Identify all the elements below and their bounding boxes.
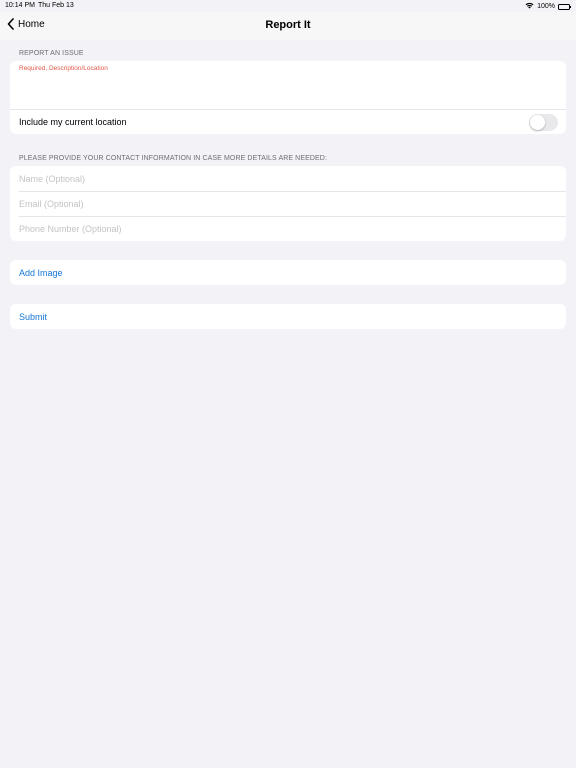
submit-card: Submit	[10, 304, 566, 329]
description-hint: Required, Description/Location	[19, 65, 108, 72]
status-bar: 10:14 PM Thu Feb 13 100%	[0, 0, 576, 12]
email-field[interactable]: Email (Optional)	[10, 191, 566, 216]
name-field[interactable]: Name (Optional)	[10, 166, 566, 191]
include-location-row: Include my current location	[10, 109, 566, 134]
battery-icon	[558, 3, 571, 10]
toggle-knob	[530, 115, 545, 130]
contact-section-header: PLEASE PROVIDE YOUR CONTACT INFORMATION …	[19, 155, 327, 162]
name-placeholder: Name (Optional)	[19, 173, 86, 184]
report-section-header: REPORT AN ISSUE	[19, 50, 84, 57]
battery-percent: 100%	[537, 3, 555, 10]
contact-card: Name (Optional) Email (Optional) Phone N…	[10, 166, 566, 241]
report-card: Required, Description/Location Include m…	[10, 61, 566, 134]
phone-field[interactable]: Phone Number (Optional)	[10, 216, 566, 241]
status-date: Thu Feb 13	[38, 2, 74, 9]
include-location-label: Include my current location	[19, 117, 127, 127]
include-location-toggle[interactable]	[529, 114, 558, 131]
submit-button[interactable]: Submit	[10, 304, 566, 329]
status-time: 10:14 PM	[5, 2, 35, 9]
description-input[interactable]: Required, Description/Location	[10, 61, 566, 109]
add-image-button[interactable]: Add Image	[10, 260, 566, 285]
nav-bar: Home Report It	[0, 12, 576, 40]
phone-placeholder: Phone Number (Optional)	[19, 223, 122, 234]
page-title: Report It	[265, 19, 311, 31]
status-right: 100%	[525, 2, 571, 11]
add-image-card: Add Image	[10, 260, 566, 285]
wifi-icon	[525, 2, 534, 11]
email-placeholder: Email (Optional)	[19, 198, 84, 209]
